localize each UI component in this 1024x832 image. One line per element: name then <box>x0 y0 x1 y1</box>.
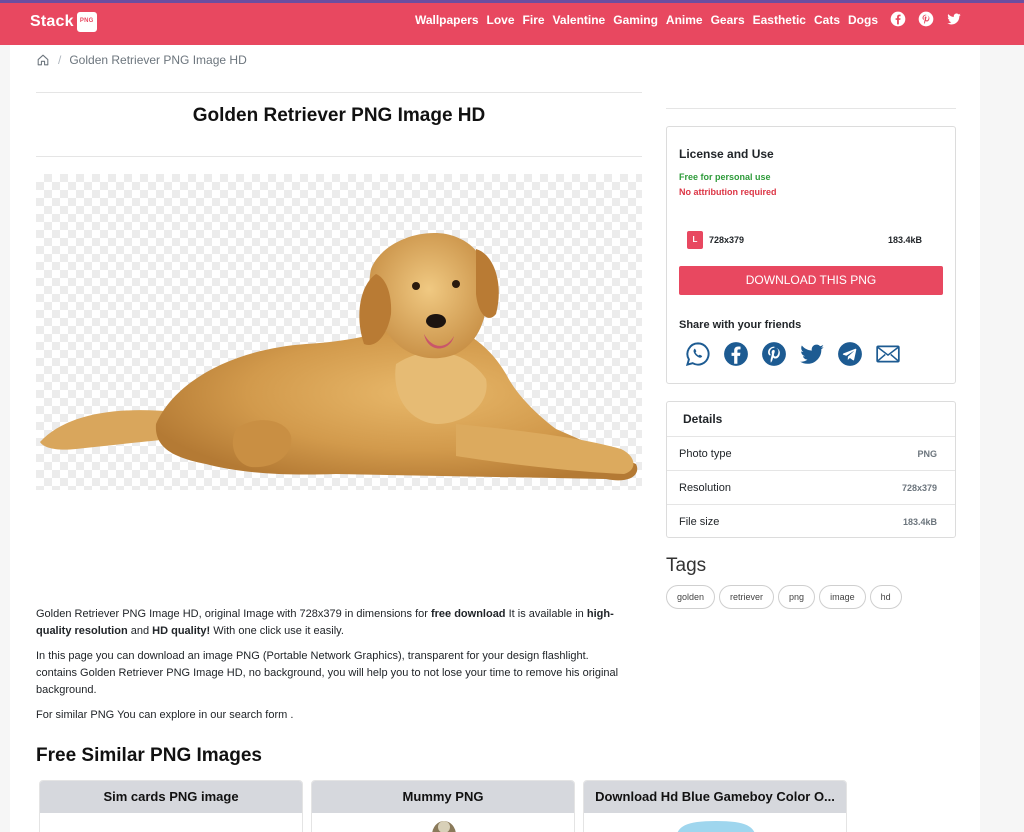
similar-images-heading: Free Similar PNG Images <box>36 745 262 766</box>
details-label: Resolution <box>679 481 731 494</box>
image-resolution: 728x379 <box>709 235 745 245</box>
description-paragraph-2: In this page you can download an image P… <box>36 650 619 696</box>
nav-link-gaming[interactable]: Gaming <box>613 13 658 27</box>
similar-image-title[interactable]: Download Hd Blue Gameboy Color O... <box>584 781 846 813</box>
details-row: File size 183.4kB <box>667 505 955 539</box>
header-social-links <box>890 11 962 27</box>
details-value: PNG <box>917 448 937 459</box>
details-value: 183.4kB <box>902 517 937 527</box>
similar-image-card[interactable]: Sim cards PNG image <box>39 780 303 832</box>
tag-png[interactable]: png <box>778 585 816 609</box>
license-free-text: Free for personal use <box>679 172 771 182</box>
similar-image-thumbnail[interactable] <box>40 813 302 832</box>
main-nav: Wallpapers Love Fire Valentine Gaming An… <box>415 13 878 27</box>
nav-link-easthetic[interactable]: Easthetic <box>753 13 806 27</box>
nav-link-gears[interactable]: Gears <box>711 13 745 27</box>
top-navbar: Stack PNG Wallpapers Love Fire Valentine… <box>0 0 1024 45</box>
similar-image-title[interactable]: Sim cards PNG image <box>40 781 302 813</box>
tag-image[interactable]: image <box>819 585 866 609</box>
license-card: License and Use Free for personal use No… <box>666 126 956 384</box>
twitter-icon[interactable] <box>946 11 962 27</box>
tag-retriever[interactable]: retriever <box>719 585 775 609</box>
tag-hd[interactable]: hd <box>869 585 902 609</box>
tags-list: golden retriever png image hd <box>666 585 902 609</box>
share-title: Share with your friends <box>679 319 802 331</box>
details-value: 728x379 <box>901 482 937 493</box>
sidebar-divider <box>666 108 956 109</box>
logo-badge: PNG <box>76 12 97 32</box>
details-card: Details Photo type PNG Resolution 728x37… <box>666 401 956 538</box>
nav-link-love[interactable]: Love <box>487 13 515 27</box>
nav-link-anime[interactable]: Anime <box>666 13 703 27</box>
license-attribution-text: No attribution required <box>679 187 777 197</box>
title-bottom-divider <box>36 156 642 157</box>
home-icon[interactable] <box>36 53 50 67</box>
similar-image-card[interactable]: Mummy PNG <box>311 780 575 832</box>
site-logo[interactable]: Stack PNG <box>30 12 97 32</box>
nav-link-valentine[interactable]: Valentine <box>553 13 606 27</box>
twitter-icon[interactable] <box>799 341 825 367</box>
license-badge: L <box>687 231 703 249</box>
details-label: Photo type <box>679 447 732 460</box>
nav-link-dogs[interactable]: Dogs <box>848 13 878 27</box>
page-title: Golden Retriever PNG Image HD <box>192 105 486 126</box>
telegram-icon[interactable] <box>837 341 863 367</box>
license-title: License and Use <box>679 147 774 161</box>
pinterest-icon[interactable] <box>761 341 787 367</box>
title-top-divider <box>36 92 642 93</box>
png-image-preview[interactable] <box>36 174 642 490</box>
share-buttons <box>685 341 901 367</box>
pinterest-icon[interactable] <box>918 11 934 27</box>
nav-link-cats[interactable]: Cats <box>814 13 840 27</box>
similar-image-title[interactable]: Mummy PNG <box>312 781 574 813</box>
image-description: Golden Retriever PNG Image HD, original … <box>36 606 626 732</box>
similar-image-card[interactable]: Download Hd Blue Gameboy Color O... <box>583 780 847 832</box>
nav-link-wallpapers[interactable]: Wallpapers <box>415 13 479 27</box>
details-row: Resolution 728x379 <box>667 471 955 505</box>
download-png-button[interactable]: DOWNLOAD THIS PNG <box>679 266 943 295</box>
description-paragraph-1: Golden Retriever PNG Image HD, original … <box>36 608 614 637</box>
breadcrumb: / Golden Retriever PNG Image HD <box>36 53 247 67</box>
golden-retriever-image <box>40 233 638 481</box>
image-file-size: 183.4kB <box>887 235 922 245</box>
details-title: Details <box>667 402 955 437</box>
description-paragraph-3: For similar PNG You can explore in our s… <box>36 709 294 721</box>
facebook-icon[interactable] <box>890 11 906 27</box>
facebook-icon[interactable] <box>723 341 749 367</box>
similar-images-list: Sim cards PNG image Mummy PNG Download H… <box>39 780 847 832</box>
nav-link-fire[interactable]: Fire <box>523 13 545 27</box>
breadcrumb-current: Golden Retriever PNG Image HD <box>69 53 247 67</box>
whatsapp-icon[interactable] <box>685 341 711 367</box>
email-icon[interactable] <box>875 341 901 367</box>
details-label: File size <box>679 516 720 528</box>
similar-image-thumbnail[interactable] <box>312 813 574 832</box>
details-row: Photo type PNG <box>667 437 955 471</box>
tags-heading: Tags <box>666 555 707 576</box>
breadcrumb-separator: / <box>58 53 62 67</box>
logo-text: Stack <box>30 13 74 30</box>
tag-golden[interactable]: golden <box>666 585 716 609</box>
similar-image-thumbnail[interactable] <box>584 813 846 832</box>
main-content: / Golden Retriever PNG Image HD Golden R… <box>10 45 980 832</box>
